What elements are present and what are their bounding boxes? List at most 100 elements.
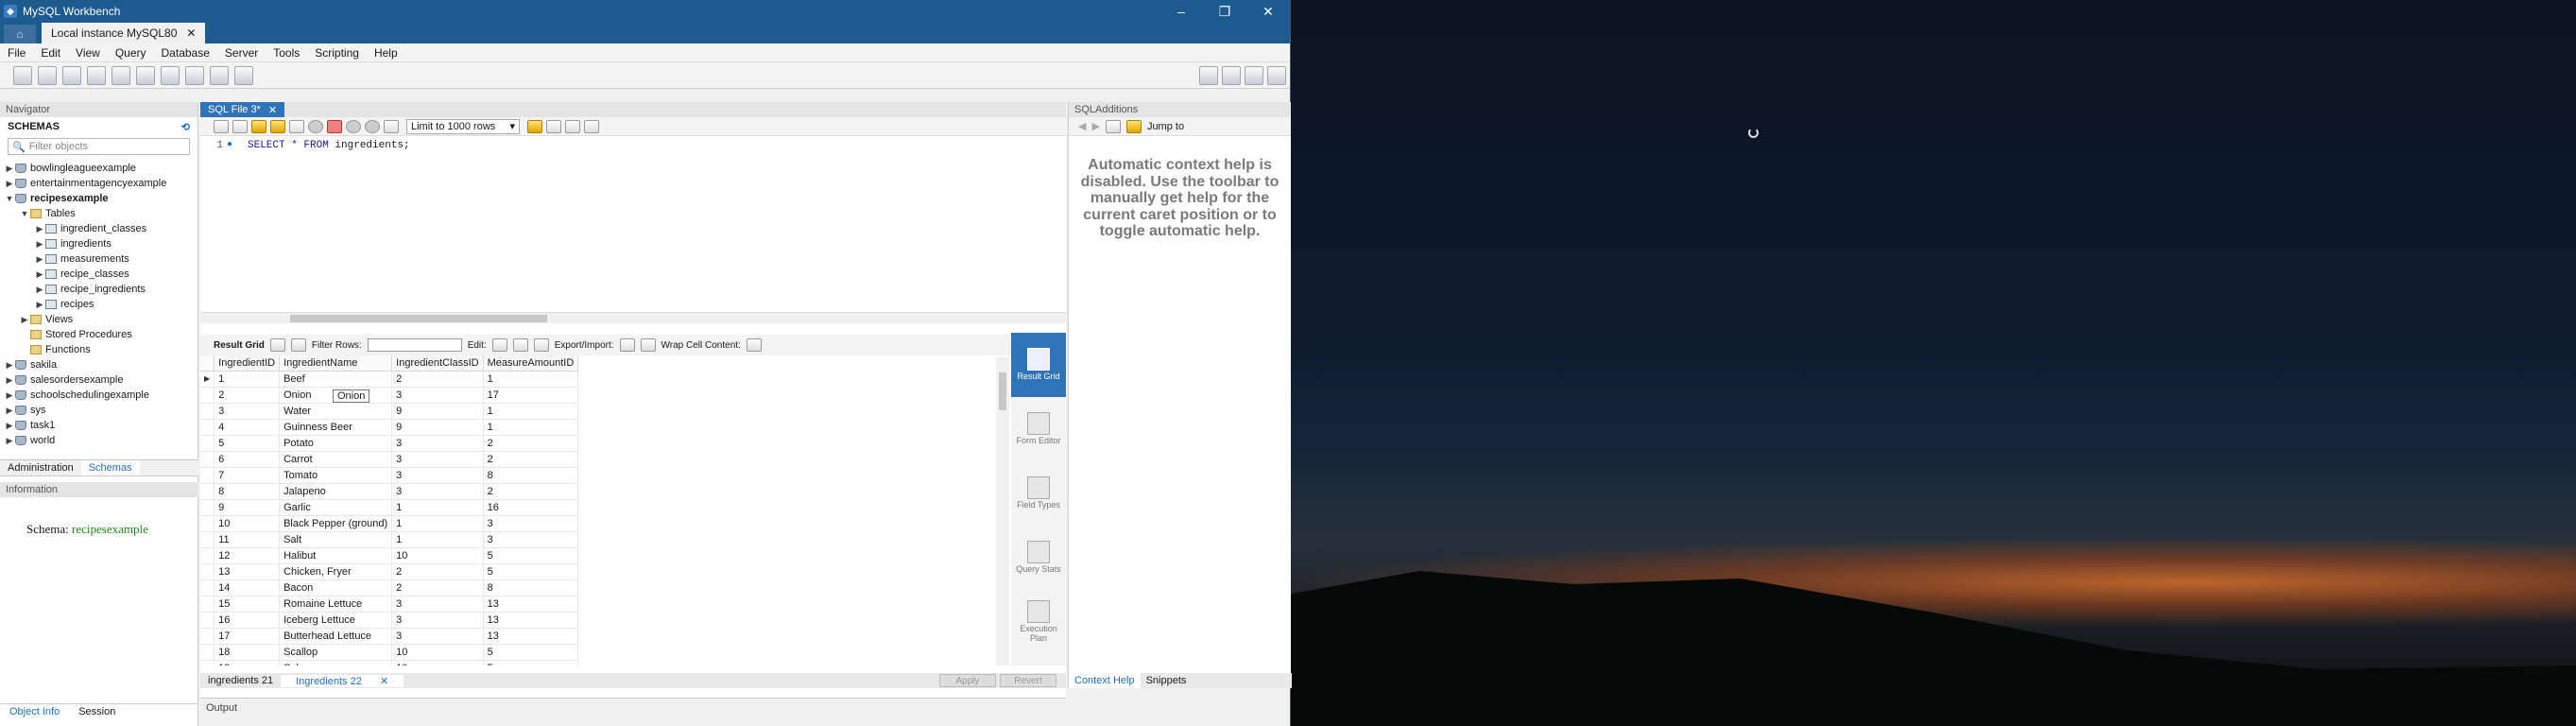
view-query-stats[interactable]: Query Stats	[1011, 526, 1066, 590]
tree-table-node[interactable]: ▶ recipes	[0, 297, 197, 312]
table-row[interactable]: 14 Bacon 2 8	[200, 579, 579, 596]
table-cell[interactable]: 2	[483, 435, 579, 452]
table-cell[interactable]: 3	[391, 435, 484, 452]
connection-tab[interactable]: Local instance MySQL80 ✕	[42, 23, 206, 43]
tab-result-ingredients-21[interactable]: ingredients 21	[200, 675, 281, 686]
table-row[interactable]: 12 Halibut 10 5	[200, 547, 579, 564]
tree-schema-node[interactable]: ▶ task1	[0, 418, 197, 433]
menu-scripting[interactable]: Scripting	[307, 46, 367, 60]
revert-button[interactable]: Revert	[1000, 674, 1056, 687]
delete-row-icon[interactable]	[533, 338, 549, 352]
tab-schemas[interactable]: Schemas	[80, 460, 140, 475]
tree-schema-node[interactable]: ▶ sakila	[0, 357, 197, 372]
invisible-chars-icon[interactable]	[565, 119, 580, 133]
create-procedure-icon[interactable]	[161, 65, 180, 85]
table-cell[interactable]: 13	[214, 563, 281, 580]
chevron-down-icon[interactable]: ▼	[19, 209, 30, 218]
table-cell[interactable]: 1	[391, 499, 484, 516]
rollback-icon[interactable]	[365, 119, 380, 133]
table-cell[interactable]: 8	[214, 483, 281, 500]
tab-object-info[interactable]: Object Info	[0, 704, 70, 720]
tab-administration[interactable]: Administration	[0, 460, 81, 475]
table-cell[interactable]: 1	[483, 419, 579, 436]
save-icon[interactable]	[232, 119, 248, 133]
tree-folder-node[interactable]: Stored Procedures	[0, 327, 197, 342]
apply-button[interactable]: Apply	[939, 674, 996, 687]
menu-server[interactable]: Server	[217, 46, 266, 60]
table-cell[interactable]: 1	[391, 531, 484, 548]
tree-schema-node[interactable]: ▼ recipesexample	[0, 191, 197, 206]
horizontal-scrollbar[interactable]	[200, 312, 1066, 323]
new-sql-tab-icon[interactable]	[13, 65, 32, 85]
table-cell[interactable]: 13	[483, 596, 579, 613]
sql-file-tab[interactable]: SQL File 3* ✕	[200, 102, 285, 117]
table-cell[interactable]: 1	[483, 371, 579, 388]
tree-table-node[interactable]: ▶ recipe_ingredients	[0, 282, 197, 297]
table-row[interactable]: 4 Guinness Beer 9 1	[200, 419, 579, 436]
open-inspector-icon[interactable]	[62, 65, 81, 85]
create-table-icon[interactable]	[112, 65, 130, 85]
output-label[interactable]: Output	[206, 702, 237, 714]
table-cell[interactable]: Carrot	[279, 451, 393, 468]
table-cell[interactable]: 2	[391, 563, 484, 580]
table-cell[interactable]: Tomato	[279, 467, 393, 484]
commit-icon[interactable]	[346, 119, 361, 133]
tree-schema-node[interactable]: ▶ world	[0, 433, 197, 448]
close-tab-icon[interactable]: ✕	[268, 104, 277, 116]
table-cell[interactable]: 2	[391, 579, 484, 596]
forward-icon[interactable]: ▶	[1091, 120, 1099, 132]
chevron-right-icon[interactable]: ▶	[4, 360, 15, 371]
table-cell[interactable]: Jalapeno	[279, 483, 393, 500]
chevron-right-icon[interactable]: ▶	[34, 224, 45, 234]
chevron-right-icon[interactable]: ▶	[34, 269, 45, 280]
table-cell[interactable]: 18	[214, 644, 281, 661]
tree-schema-node[interactable]: ▶ bowlingleagueexample	[0, 161, 197, 176]
toggle-error-stop-icon[interactable]	[327, 119, 342, 133]
tab-snippets[interactable]: Snippets	[1141, 673, 1193, 688]
table-row[interactable]: 15 Romaine Lettuce 3 13	[200, 596, 579, 613]
close-button[interactable]: ✕	[1246, 4, 1290, 20]
table-cell[interactable]: Romaine Lettuce	[279, 596, 393, 613]
chevron-right-icon[interactable]: ▶	[4, 406, 15, 416]
sql-code-area[interactable]: 1 ● SELECT * FROM ingredients;	[200, 136, 1066, 297]
table-cell[interactable]: 5	[214, 435, 281, 452]
wrap-lines-icon[interactable]	[584, 119, 599, 133]
table-cell[interactable]: 15	[214, 596, 281, 613]
table-cell[interactable]: 5	[483, 660, 579, 666]
table-cell[interactable]: 7	[214, 467, 281, 484]
close-tab-icon[interactable]: ✕	[372, 676, 396, 687]
table-cell[interactable]: 16	[483, 499, 579, 516]
table-cell[interactable]: 10	[214, 515, 281, 532]
table-row[interactable]: 3 Water 9 1	[200, 403, 579, 420]
tree-folder-node[interactable]: Functions	[0, 342, 197, 357]
chevron-right-icon[interactable]: ▶	[34, 285, 45, 295]
table-cell[interactable]: Chicken, Fryer	[279, 563, 393, 580]
table-cell[interactable]: 12	[214, 547, 281, 564]
chevron-right-icon[interactable]: ▶	[34, 300, 45, 310]
close-tab-icon[interactable]: ✕	[186, 26, 196, 40]
chevron-right-icon[interactable]: ▶	[34, 239, 45, 250]
tab-session[interactable]: Session	[69, 704, 125, 720]
table-cell[interactable]: Salmon	[279, 660, 393, 666]
execute-current-icon[interactable]	[270, 119, 285, 133]
table-row[interactable]: 13 Chicken, Fryer 2 5	[200, 563, 579, 580]
chevron-right-icon[interactable]: ▶	[4, 436, 15, 446]
tree-schema-node[interactable]: ▶ entertainmentagencyexample	[0, 176, 197, 191]
chevron-right-icon[interactable]: ▶	[19, 315, 30, 325]
tab-result-ingredients-22[interactable]: Ingredients 22 ✕	[281, 674, 404, 687]
home-icon[interactable]: ⌂	[4, 25, 36, 43]
table-cell[interactable]: Beef	[279, 371, 393, 388]
table-cell[interactable]: Bacon	[279, 579, 393, 596]
add-row-icon[interactable]	[512, 338, 528, 352]
table-row[interactable]: 17 Butterhead Lettuce 3 13	[200, 628, 579, 645]
table-row[interactable]: 19Salmon105	[200, 660, 579, 666]
reconnect-icon[interactable]	[234, 65, 253, 85]
table-cell[interactable]: 5	[483, 547, 579, 564]
table-row[interactable]: 16 Iceberg Lettuce 3 13	[200, 612, 579, 629]
menu-database[interactable]: Database	[154, 46, 217, 60]
table-cell[interactable]: 16	[214, 612, 281, 629]
table-cell[interactable]: 9	[214, 499, 281, 516]
chevron-right-icon[interactable]: ▶	[4, 421, 15, 431]
table-row[interactable]: 18 Scallop 10 5	[200, 644, 579, 661]
chevron-right-icon[interactable]: ▶	[4, 164, 15, 174]
